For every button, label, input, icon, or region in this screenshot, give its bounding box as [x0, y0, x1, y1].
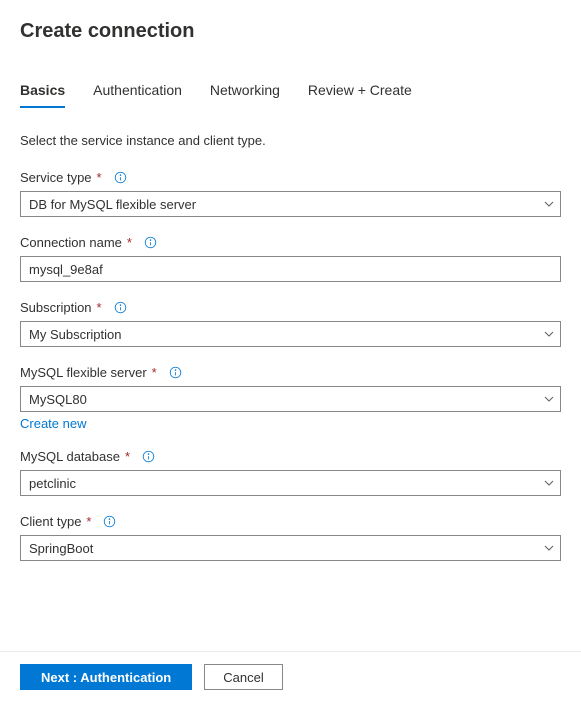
field-client-type: Client type * [20, 514, 561, 561]
panel-title: Create connection [20, 20, 194, 43]
field-label: Connection name [20, 235, 122, 250]
field-label-row: Subscription * [20, 300, 561, 315]
field-label-row: Client type * [20, 514, 561, 529]
info-icon[interactable] [103, 515, 116, 528]
field-mysql-database: MySQL database * [20, 449, 561, 496]
tab-label: Basics [20, 82, 65, 98]
field-label-row: MySQL flexible server * [20, 365, 561, 380]
tab-label: Authentication [93, 82, 182, 98]
field-label-row: MySQL database * [20, 449, 561, 464]
create-new-link[interactable]: Create new [20, 416, 86, 431]
required-asterisk: * [152, 365, 157, 380]
required-asterisk: * [97, 170, 102, 185]
tab-label: Networking [210, 82, 280, 98]
tab-label: Review + Create [308, 82, 412, 98]
mysql-server-select[interactable] [20, 386, 561, 412]
subscription-value[interactable] [20, 321, 561, 347]
field-connection-name: Connection name * [20, 235, 561, 282]
mysql-database-select[interactable] [20, 470, 561, 496]
field-subscription: Subscription * [20, 300, 561, 347]
field-mysql-server: MySQL flexible server * Create new [20, 365, 561, 431]
field-label-row: Service type * [20, 170, 561, 185]
client-type-value[interactable] [20, 535, 561, 561]
field-label-row: Connection name * [20, 235, 561, 250]
field-label: Client type [20, 514, 81, 529]
field-label: Service type [20, 170, 92, 185]
info-icon[interactable] [169, 366, 182, 379]
info-icon[interactable] [142, 450, 155, 463]
cancel-button[interactable]: Cancel [204, 664, 282, 690]
field-label: Subscription [20, 300, 92, 315]
close-button[interactable] [553, 20, 561, 44]
info-icon[interactable] [114, 301, 127, 314]
required-asterisk: * [97, 300, 102, 315]
subscription-select[interactable] [20, 321, 561, 347]
service-type-value[interactable] [20, 191, 561, 217]
service-type-select[interactable] [20, 191, 561, 217]
required-asterisk: * [86, 514, 91, 529]
tab-review-create[interactable]: Review + Create [308, 76, 412, 108]
info-icon[interactable] [144, 236, 157, 249]
tab-basics[interactable]: Basics [20, 76, 65, 108]
panel-footer: Next : Authentication Cancel [0, 651, 581, 702]
info-icon[interactable] [114, 171, 127, 184]
tab-authentication[interactable]: Authentication [93, 76, 182, 108]
intro-text: Select the service instance and client t… [20, 133, 561, 148]
connection-name-input[interactable] [20, 256, 561, 282]
tab-networking[interactable]: Networking [210, 76, 280, 108]
field-service-type: Service type * [20, 170, 561, 217]
tab-strip: Basics Authentication Networking Review … [20, 76, 561, 109]
required-asterisk: * [125, 449, 130, 464]
panel-header: Create connection [20, 20, 561, 44]
required-asterisk: * [127, 235, 132, 250]
mysql-database-value[interactable] [20, 470, 561, 496]
client-type-select[interactable] [20, 535, 561, 561]
field-label: MySQL flexible server [20, 365, 147, 380]
field-label: MySQL database [20, 449, 120, 464]
next-button[interactable]: Next : Authentication [20, 664, 192, 690]
mysql-server-value[interactable] [20, 386, 561, 412]
